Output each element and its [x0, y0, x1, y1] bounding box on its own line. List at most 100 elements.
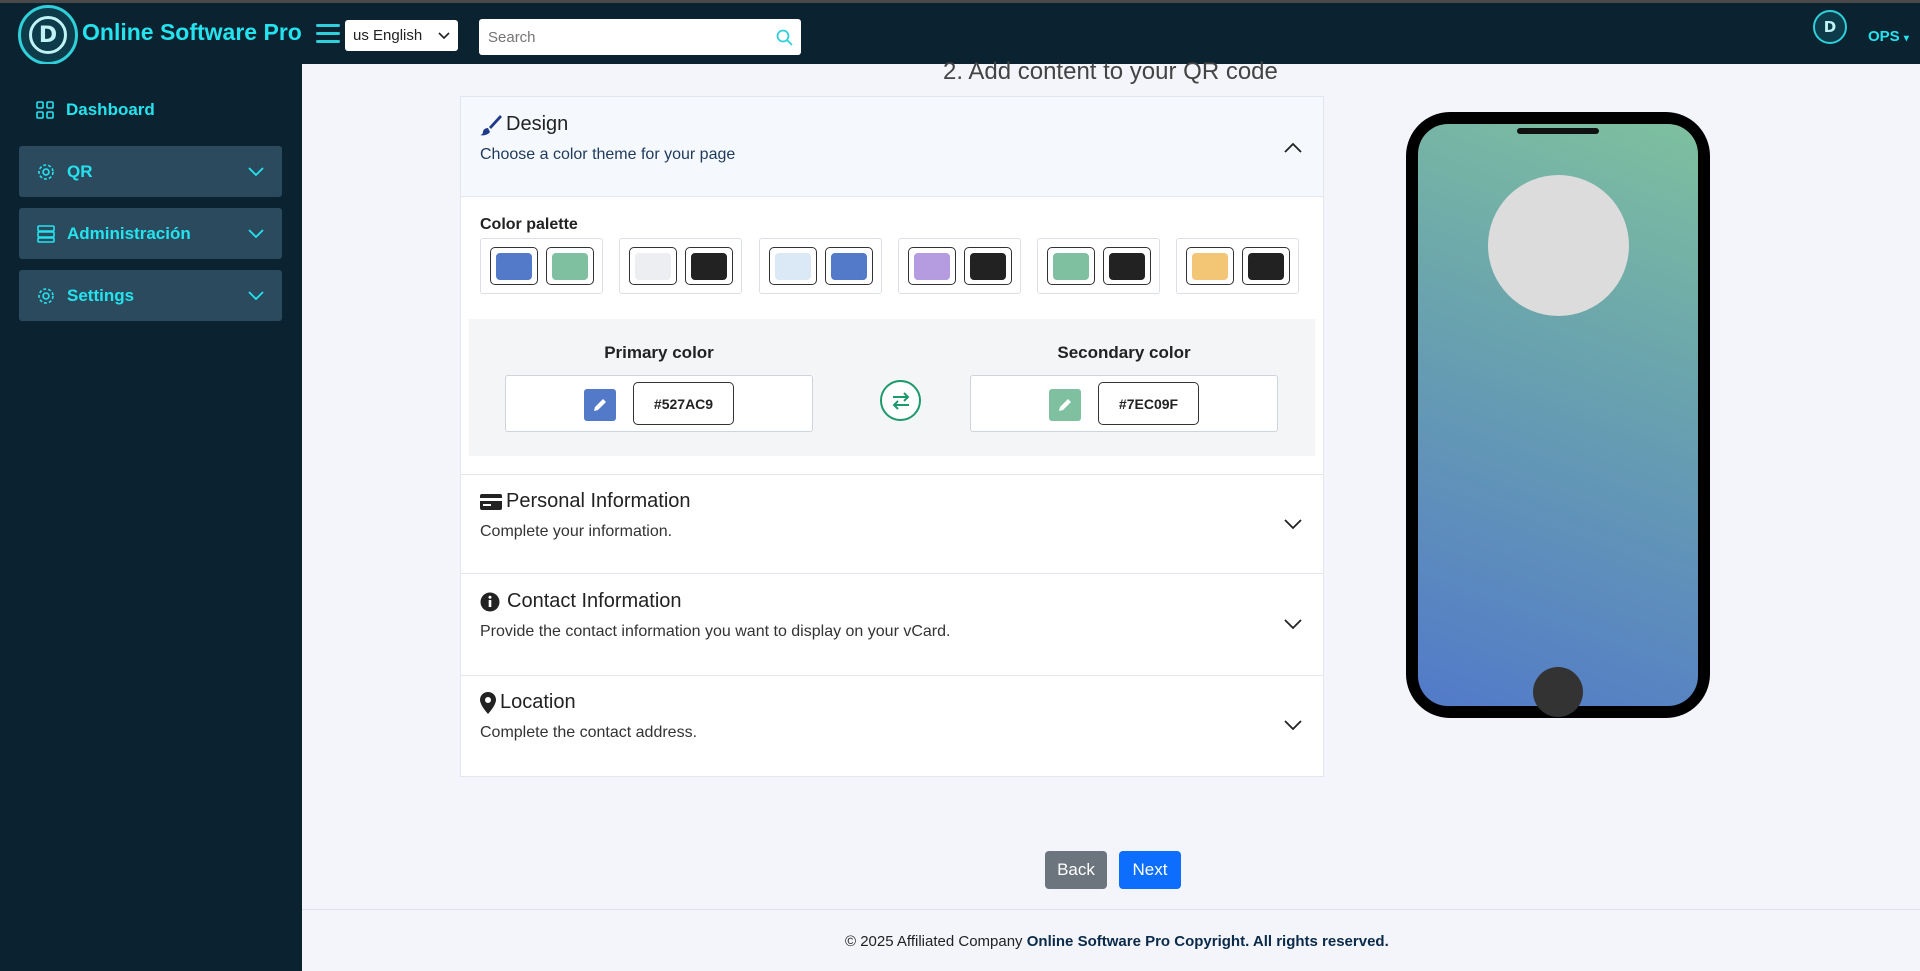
- primary-color-label: Primary color: [604, 343, 714, 362]
- color-palette-label: Color palette: [480, 216, 578, 233]
- language-value: us English: [353, 27, 423, 44]
- sidebar-item-qr[interactable]: QR: [19, 146, 282, 197]
- color-pickers-panel: Primary color #527AC9 Secondary color #7…: [469, 319, 1315, 456]
- chevron-down-icon[interactable]: [1283, 719, 1303, 733]
- search-box: [479, 19, 801, 55]
- secondary-pencil-icon[interactable]: [1049, 389, 1081, 421]
- primary-color-picker: #527AC9: [505, 375, 813, 432]
- palette-option-5[interactable]: [1037, 238, 1160, 294]
- personal-info-subtitle: Complete your information.: [480, 523, 673, 540]
- chevron-up-icon[interactable]: [1283, 140, 1303, 154]
- chevron-down-icon: [248, 290, 264, 300]
- map-pin-icon: [480, 691, 496, 714]
- search-input[interactable]: [479, 19, 767, 55]
- content-accordion: Design Choose a color theme for your pag…: [460, 96, 1324, 777]
- personal-info-title-text: Personal Information: [506, 490, 691, 512]
- secondary-color-label: Secondary color: [1057, 343, 1191, 362]
- brand-logo[interactable]: D: [18, 5, 78, 65]
- palette-swatch: [545, 247, 594, 285]
- back-button[interactable]: Back: [1045, 851, 1107, 889]
- palette-option-3[interactable]: [759, 238, 882, 294]
- primary-color-value[interactable]: #527AC9: [633, 382, 734, 425]
- grid-icon: [36, 101, 54, 119]
- step-title: 2. Add content to your QR code: [943, 58, 1278, 85]
- sidebar: Dashboard QR Administración Settings: [0, 64, 302, 971]
- palette-swatch: [1241, 247, 1290, 285]
- paint-brush-icon: [480, 114, 502, 135]
- palette-color-a: [634, 252, 671, 280]
- secondary-color-picker: #7EC09F: [970, 375, 1278, 432]
- contact-info-subtitle: Provide the contact information you want…: [480, 623, 951, 640]
- avatar-logo: D: [1813, 10, 1847, 44]
- palette-swatch: [684, 247, 733, 285]
- secondary-color-value[interactable]: #7EC09F: [1098, 382, 1199, 425]
- chevron-down-icon: [438, 31, 450, 39]
- location-subtitle: Complete the contact address.: [480, 724, 698, 741]
- palette-color-a: [1052, 252, 1089, 280]
- location-section[interactable]: Location Complete the contact address.: [461, 676, 1323, 777]
- hamburger-menu-icon[interactable]: [316, 24, 340, 44]
- gear-icon: [38, 287, 54, 304]
- personal-info-section[interactable]: Personal Information Complete your infor…: [461, 474, 1323, 574]
- palette-option-4[interactable]: [898, 238, 1021, 294]
- palette-color-b: [969, 252, 1006, 280]
- palette-swatch: [489, 247, 538, 285]
- palette-swatch: [963, 247, 1012, 285]
- chevron-down-icon[interactable]: [1283, 518, 1303, 532]
- info-circle-icon: [480, 592, 500, 611]
- palette-color-a: [774, 252, 811, 280]
- sidebar-item-label: QR: [67, 161, 93, 181]
- swap-colors-icon[interactable]: [880, 380, 921, 421]
- footer-divider: [302, 909, 1920, 910]
- palette-color-a: [913, 252, 950, 280]
- sidebar-item-label: Settings: [67, 285, 135, 305]
- sidebar-item-dashboard[interactable]: Dashboard: [36, 100, 155, 120]
- footer: © 2025 Affiliated Company Online Softwar…: [845, 933, 1389, 950]
- brand-name[interactable]: Online Software Pro: [82, 19, 302, 46]
- phone-speaker: [1517, 128, 1599, 134]
- palette-swatch: [1046, 247, 1095, 285]
- palette-swatch: [824, 247, 873, 285]
- design-title-text: Design: [506, 113, 569, 135]
- location-title: Location: [480, 691, 576, 714]
- palette-swatch: [768, 247, 817, 285]
- contact-info-title-text: Contact Information: [507, 590, 682, 612]
- user-menu[interactable]: OPS ▾: [1868, 28, 1909, 45]
- next-button[interactable]: Next: [1119, 851, 1181, 889]
- server-icon: [37, 224, 55, 243]
- sidebar-item-label: Administración: [67, 223, 191, 243]
- chevron-down-icon[interactable]: [1283, 618, 1303, 632]
- design-title: Design: [480, 113, 568, 136]
- footer-prefix: © 2025 Affiliated Company: [845, 933, 1023, 950]
- id-card-icon: [480, 493, 502, 510]
- palette-option-2[interactable]: [619, 238, 742, 294]
- language-select[interactable]: us English: [345, 20, 458, 51]
- chevron-down-icon: [248, 166, 264, 176]
- contact-info-section[interactable]: Contact Information Provide the contact …: [461, 575, 1323, 676]
- palette-swatch: [907, 247, 956, 285]
- palette-color-b: [830, 252, 867, 280]
- palette-option-6[interactable]: [1176, 238, 1299, 294]
- sidebar-item-administracion[interactable]: Administración: [19, 208, 282, 259]
- location-title-text: Location: [500, 691, 576, 713]
- palette-color-b: [551, 252, 588, 280]
- sidebar-item-label: Dashboard: [66, 100, 155, 119]
- caret-down-icon: ▾: [1903, 33, 1909, 44]
- palette-color-a: [495, 252, 532, 280]
- palette-option-1[interactable]: [480, 238, 603, 294]
- sidebar-item-settings[interactable]: Settings: [19, 270, 282, 321]
- design-section-header[interactable]: Design Choose a color theme for your pag…: [461, 97, 1323, 197]
- palette-color-b: [1108, 252, 1145, 280]
- gear-icon: [38, 163, 54, 180]
- phone-screen: [1418, 124, 1698, 717]
- palette-color-b: [1247, 252, 1284, 280]
- search-icon[interactable]: [767, 29, 801, 46]
- palette-color-a: [1191, 252, 1228, 280]
- contact-info-title: Contact Information: [480, 590, 682, 613]
- footer-copyright: Online Software Pro Copyright. All right…: [1026, 933, 1389, 950]
- user-avatar[interactable]: D: [1810, 10, 1850, 56]
- palette-swatch: [1185, 247, 1234, 285]
- chevron-down-icon: [248, 228, 264, 238]
- design-subtitle: Choose a color theme for your page: [480, 146, 736, 163]
- primary-pencil-icon[interactable]: [584, 389, 616, 421]
